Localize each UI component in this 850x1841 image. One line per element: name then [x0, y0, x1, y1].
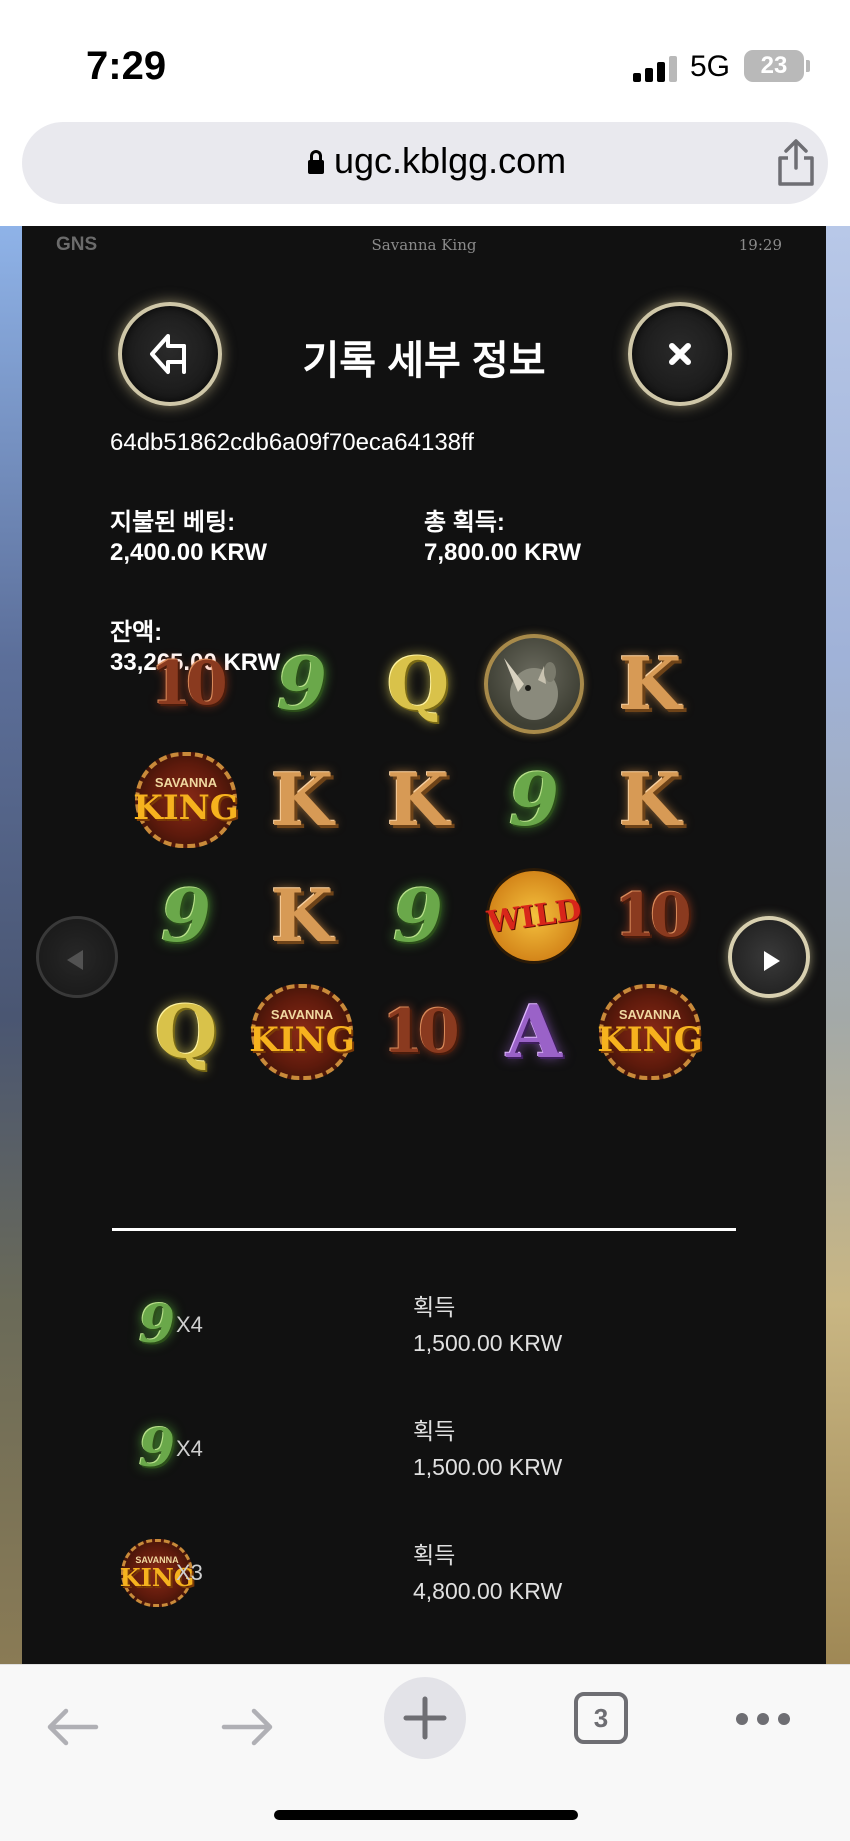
win-amount: 1,500.00 KRW [413, 1330, 563, 1356]
wild-shield-icon: WILD [485, 868, 583, 964]
battery-icon: 23 [744, 50, 804, 82]
win-line-row: 9 X4 획득 1,500.00 KRW [22, 1276, 826, 1376]
forward-arrow-icon[interactable] [220, 1707, 276, 1747]
next-spin-button[interactable] [728, 916, 810, 998]
reel-symbol-king: K [270, 873, 334, 958]
reel-symbol-savanna-king: SAVANNA KING [249, 980, 355, 1084]
win-symbol-count: X4 [176, 1436, 203, 1461]
win-line-row: 9 X4 획득 1,500.00 KRW [22, 1400, 826, 1500]
tabs-button[interactable]: 3 [574, 1692, 628, 1744]
bet-value: 2,400.00 KRW [110, 539, 267, 566]
battery-tip [806, 60, 810, 72]
home-indicator [274, 1810, 578, 1820]
game-clock: 19:29 [738, 236, 782, 254]
url-text[interactable]: ugc.kblgg.com [334, 140, 566, 182]
win-symbol-count: X4 [176, 1312, 203, 1337]
reel-symbol-nine: 9 [276, 641, 328, 726]
win-amount: 1,500.00 KRW [413, 1454, 563, 1480]
reel-symbol-ten: 10 [150, 649, 227, 719]
close-x-icon [669, 343, 691, 365]
status-bar: 7:29 5G 23 [0, 0, 850, 118]
share-icon[interactable] [774, 138, 818, 188]
reel-symbol-savanna-king: SAVANNA KING [597, 980, 703, 1084]
total-win-label: 총 획득: [424, 509, 505, 536]
savanna-king-logo: SAVANNA KING [597, 984, 703, 1080]
win-label: 획득 [413, 1418, 456, 1444]
reel-symbol-king: K [618, 641, 682, 726]
reel-symbol-queen: Q [386, 641, 450, 726]
win-line-row: SAVANNA KING X3 획득 4,800.00 KRW [22, 1524, 826, 1624]
reel-symbol-ace: A [506, 989, 562, 1074]
reel-symbol-queen: Q [154, 989, 218, 1074]
reel-symbol-nine: 9 [160, 873, 212, 958]
win-symbol-count: X3 [176, 1560, 203, 1585]
more-dots-icon[interactable] [736, 1713, 790, 1725]
triangle-left-icon [67, 950, 83, 970]
lock-icon [308, 150, 324, 176]
total-win-value: 7,800.00 KRW [424, 539, 581, 566]
page-background-left [0, 226, 22, 1664]
close-button[interactable] [628, 302, 732, 406]
network-type: 5G [690, 50, 731, 83]
win-amount: 4,800.00 KRW [413, 1578, 563, 1604]
win-label: 획득 [413, 1294, 456, 1320]
savanna-king-logo: SAVANNA KING [249, 984, 355, 1080]
reel-symbol-king: K [386, 757, 450, 842]
reel-symbol-nine: 9 [392, 873, 444, 958]
address-bar[interactable]: ugc.kblgg.com [22, 122, 828, 204]
game-title: Savanna King [371, 236, 477, 254]
savanna-king-logo: SAVANNA KING [133, 752, 239, 848]
back-arrow-icon[interactable] [44, 1707, 100, 1747]
reel-symbol-king: K [270, 757, 334, 842]
reel-symbol-king: K [618, 757, 682, 842]
previous-spin-button[interactable] [36, 916, 118, 998]
game-frame: GNS Savanna King 19:29 기록 세부 정보 64db5186… [22, 226, 826, 1664]
new-tab-button[interactable] [384, 1677, 466, 1759]
page-background-right [826, 226, 850, 1664]
rhino-icon [484, 634, 584, 734]
reel-symbol-savanna-king: SAVANNA KING [133, 748, 239, 852]
win-label: 획득 [413, 1542, 456, 1568]
reel-symbol-nine: 9 [508, 757, 560, 842]
bet-label: 지불된 베팅: [110, 509, 236, 536]
reel-symbol-wild: WILD [482, 864, 586, 968]
reel-symbol-ten: 10 [382, 997, 459, 1067]
reel-symbol-rhino [482, 632, 586, 736]
game-top-bar: GNS Savanna King 19:29 [22, 226, 826, 262]
record-id: 64db51862cdb6a09f70eca64138ff [110, 429, 474, 456]
reel-grid: 10 9 Q K SAVANNA KING K K 9 K 9 K 9 WILD… [133, 632, 716, 1092]
divider [112, 1228, 736, 1231]
plus-icon [403, 1696, 447, 1740]
reel-symbol-ten: 10 [614, 881, 691, 951]
signal-strength-icon [633, 56, 679, 82]
status-time: 7:29 [86, 44, 167, 88]
triangle-right-icon [764, 951, 780, 971]
